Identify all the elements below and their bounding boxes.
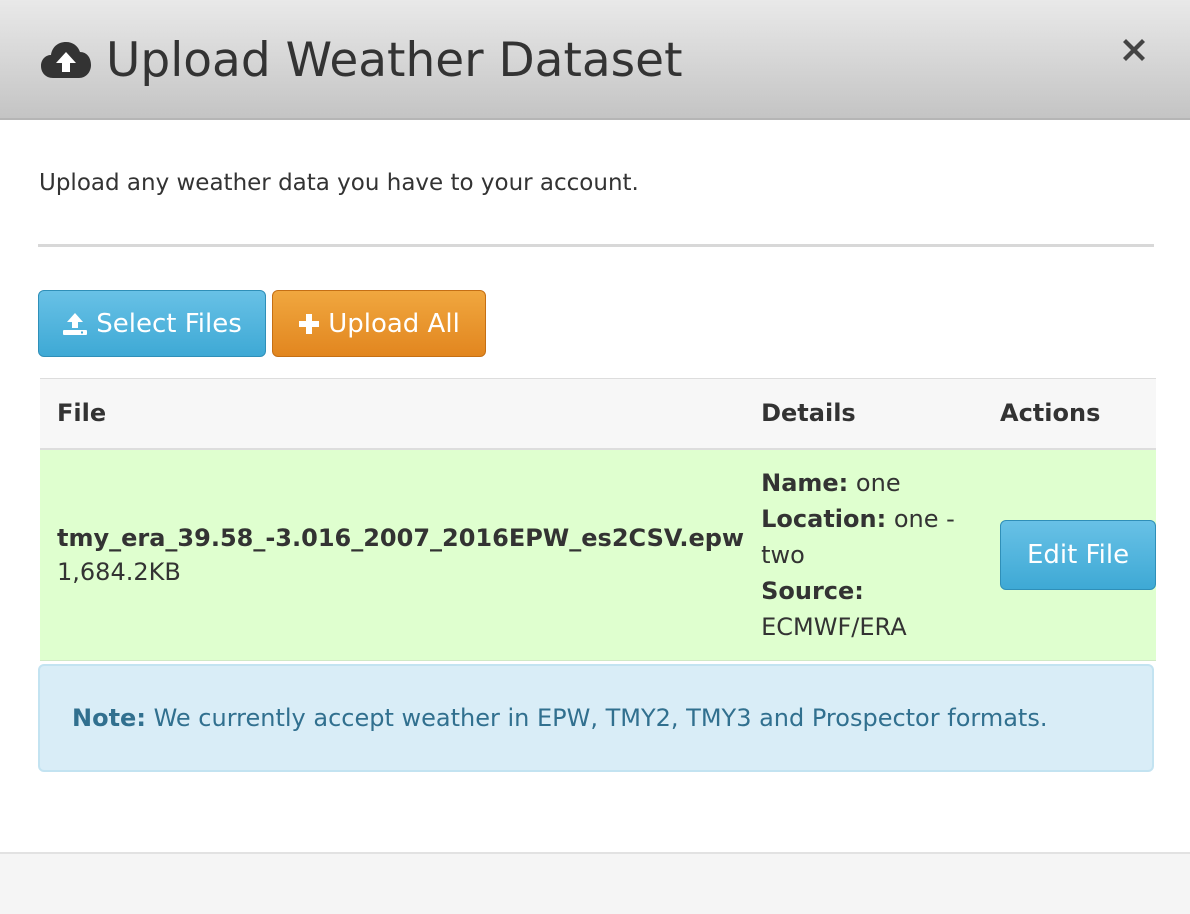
close-icon[interactable] bbox=[1118, 34, 1150, 66]
file-details: Name: one Location: one - two Source: EC… bbox=[761, 465, 971, 645]
column-header-file: File bbox=[40, 378, 745, 450]
upload-weather-modal: Upload Weather Dataset Upload any weathe… bbox=[0, 0, 1190, 914]
divider bbox=[38, 244, 1154, 247]
select-files-label: Select Files bbox=[96, 308, 242, 339]
plus-icon bbox=[299, 313, 320, 334]
table-header-row: File Details Actions bbox=[40, 378, 1156, 450]
column-header-actions: Actions bbox=[983, 378, 1156, 450]
edit-file-button[interactable]: Edit File bbox=[1000, 519, 1156, 590]
modal-footer bbox=[0, 852, 1190, 914]
source-label: Source: bbox=[761, 576, 864, 605]
note-text: We currently accept weather in EPW, TMY2… bbox=[153, 704, 1048, 732]
note-alert: Note: We currently accept weather in EPW… bbox=[38, 664, 1154, 772]
details-cell: Name: one Location: one - two Source: EC… bbox=[744, 448, 983, 661]
upload-all-button[interactable]: Upload All bbox=[272, 290, 486, 357]
location-label: Location: bbox=[761, 504, 887, 533]
upload-icon bbox=[63, 312, 88, 335]
name-label: Name: bbox=[761, 468, 849, 497]
table-row: tmy_era_39.58_-3.016_2007_2016EPW_es2CSV… bbox=[40, 448, 1156, 661]
file-name: tmy_era_39.58_-3.016_2007_2016EPW_es2CSV… bbox=[57, 523, 745, 552]
column-header-details: Details bbox=[744, 378, 983, 450]
source-value: ECMWF/ERA bbox=[761, 612, 907, 641]
upload-all-label: Upload All bbox=[328, 308, 460, 339]
cloud-upload-icon bbox=[40, 40, 92, 80]
file-size: 1,684.2KB bbox=[57, 557, 181, 586]
files-table: File Details Actions tmy_era_39.58_-3.01… bbox=[40, 378, 1156, 661]
actions-cell: Edit File bbox=[983, 448, 1156, 661]
title-wrap: Upload Weather Dataset bbox=[40, 30, 683, 90]
select-files-button[interactable]: Select Files bbox=[38, 290, 266, 357]
modal-header: Upload Weather Dataset bbox=[0, 0, 1190, 120]
note-label: Note: bbox=[72, 704, 146, 732]
modal-title: Upload Weather Dataset bbox=[106, 32, 683, 88]
intro-text: Upload any weather data you have to your… bbox=[39, 170, 639, 196]
name-value: one bbox=[855, 468, 901, 497]
file-cell: tmy_era_39.58_-3.016_2007_2016EPW_es2CSV… bbox=[40, 448, 745, 661]
